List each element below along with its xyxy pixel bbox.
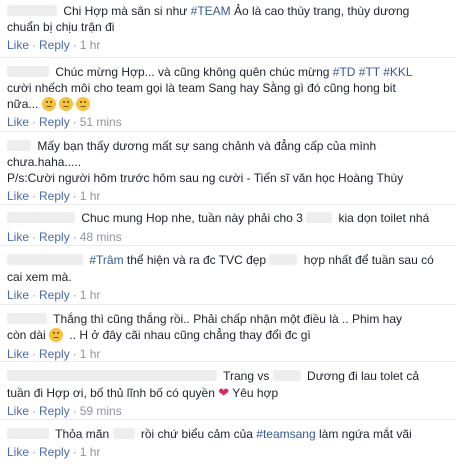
- comment-text: nữa...: [7, 96, 452, 112]
- like-button[interactable]: Like: [7, 38, 29, 52]
- like-button[interactable]: Like: [7, 288, 29, 302]
- reply-button[interactable]: Reply: [39, 38, 70, 52]
- reply-button[interactable]: Reply: [39, 445, 70, 459]
- comment-divider: [0, 361, 456, 362]
- author-name[interactable]: [7, 212, 75, 223]
- comment-text: Thỏa mãn rồi chứ biểu cảm của #teamsang …: [7, 426, 452, 442]
- author-name[interactable]: [7, 5, 57, 16]
- comment-meta: Like · Reply · 1 hr: [7, 288, 101, 302]
- comment-text: cai xem mà.: [7, 270, 72, 284]
- reply-button[interactable]: Reply: [39, 288, 70, 302]
- author-name[interactable]: [7, 254, 83, 265]
- author-name[interactable]: [7, 66, 49, 77]
- hashtag-link[interactable]: #TT: [359, 65, 380, 79]
- hashtag-link[interactable]: #teamsang: [256, 427, 315, 441]
- comment-divider: [0, 245, 456, 246]
- reply-button[interactable]: Reply: [39, 189, 70, 203]
- disappointed-emoji-icon: [75, 97, 90, 111]
- timestamp[interactable]: 59 mins: [80, 404, 122, 418]
- hashtag-link[interactable]: #KKL: [383, 65, 412, 79]
- comment-meta: Like · Reply · 1 hr: [7, 445, 101, 459]
- comment-divider: [0, 204, 456, 205]
- comment-text: #Trâm thể hiện và ra đc TVC đẹp hợp nhất…: [7, 252, 452, 268]
- comment-meta: Like · Reply · 1 hr: [7, 189, 101, 203]
- reply-button[interactable]: Reply: [39, 115, 70, 129]
- smirk-emoji-icon: [49, 328, 64, 342]
- timestamp[interactable]: 51 mins: [80, 115, 122, 129]
- hashtag-link[interactable]: #TD: [333, 65, 356, 79]
- timestamp[interactable]: 1 hr: [80, 38, 101, 52]
- hashtag-link[interactable]: #Trâm: [89, 253, 123, 267]
- comment-text: Chuc mung Hop nhe, tuần này phải cho 3 k…: [7, 210, 452, 226]
- comment-divider: [0, 419, 456, 420]
- comment-feed: Chi Hợp mà sân si như #TEAM Ảo là cao th…: [0, 0, 456, 464]
- comment-meta: Like · Reply · 1 hr: [7, 38, 101, 52]
- comment-text: chưa.haha.....: [7, 155, 82, 169]
- timestamp[interactable]: 1 hr: [80, 445, 101, 459]
- comment-meta: Like · Reply · 59 mins: [7, 404, 122, 418]
- comment-text: chuẩn bị chịu trận đi: [7, 20, 115, 34]
- comment-text: Chi Hợp mà sân si như #TEAM Ảo là cao th…: [7, 3, 452, 19]
- comment-text: Mấy bạn thấy dương mất sự sang chảnh và …: [7, 138, 452, 154]
- reply-button[interactable]: Reply: [39, 230, 70, 244]
- like-button[interactable]: Like: [7, 115, 29, 129]
- timestamp[interactable]: 1 hr: [80, 189, 101, 203]
- comment-text: còn dài .. H ở đây cãi nhau cũng chẳng t…: [7, 328, 311, 342]
- disappointed-emoji-icon: [41, 97, 56, 111]
- comment-text: P/s:Cười người hôm trước hôm sau ng cười…: [7, 171, 404, 185]
- comment-text: Thắng thì cũng thắng rồi.. Phải chấp nhậ…: [7, 311, 452, 327]
- author-name[interactable]: [7, 313, 47, 324]
- timestamp[interactable]: 1 hr: [80, 347, 101, 361]
- comment-divider: [0, 304, 456, 305]
- reply-button[interactable]: Reply: [39, 404, 70, 418]
- like-button[interactable]: Like: [7, 230, 29, 244]
- comment-text: cười nhếch môi cho team gọi là team Sang…: [7, 81, 396, 95]
- comment-text: tuần đi Hợp ơi, bố thủ lĩnh bố có quyền …: [7, 385, 279, 400]
- comment-meta: Like · Reply · 1 hr: [7, 347, 101, 361]
- hashtag-link[interactable]: #TEAM: [191, 4, 231, 18]
- comment-text: Chúc mừng Hợp... và cũng không quên chúc…: [7, 64, 452, 80]
- timestamp[interactable]: 1 hr: [80, 288, 101, 302]
- author-name[interactable]: [7, 428, 49, 439]
- like-button[interactable]: Like: [7, 404, 29, 418]
- timestamp[interactable]: 48 mins: [80, 230, 122, 244]
- comment-divider: [0, 131, 456, 132]
- author-name[interactable]: [7, 370, 217, 381]
- like-button[interactable]: Like: [7, 347, 29, 361]
- comment-meta: Like · Reply · 51 mins: [7, 115, 122, 129]
- reply-button[interactable]: Reply: [39, 347, 70, 361]
- comment-meta: Like · Reply · 48 mins: [7, 230, 122, 244]
- comment-text: Trang vs Dương đi lau tolet cả: [7, 368, 452, 384]
- disappointed-emoji-icon: [58, 97, 73, 111]
- like-button[interactable]: Like: [7, 445, 29, 459]
- like-button[interactable]: Like: [7, 189, 29, 203]
- comment-divider: [0, 57, 456, 58]
- heart-icon: ❤: [218, 385, 230, 400]
- author-name[interactable]: [7, 140, 31, 151]
